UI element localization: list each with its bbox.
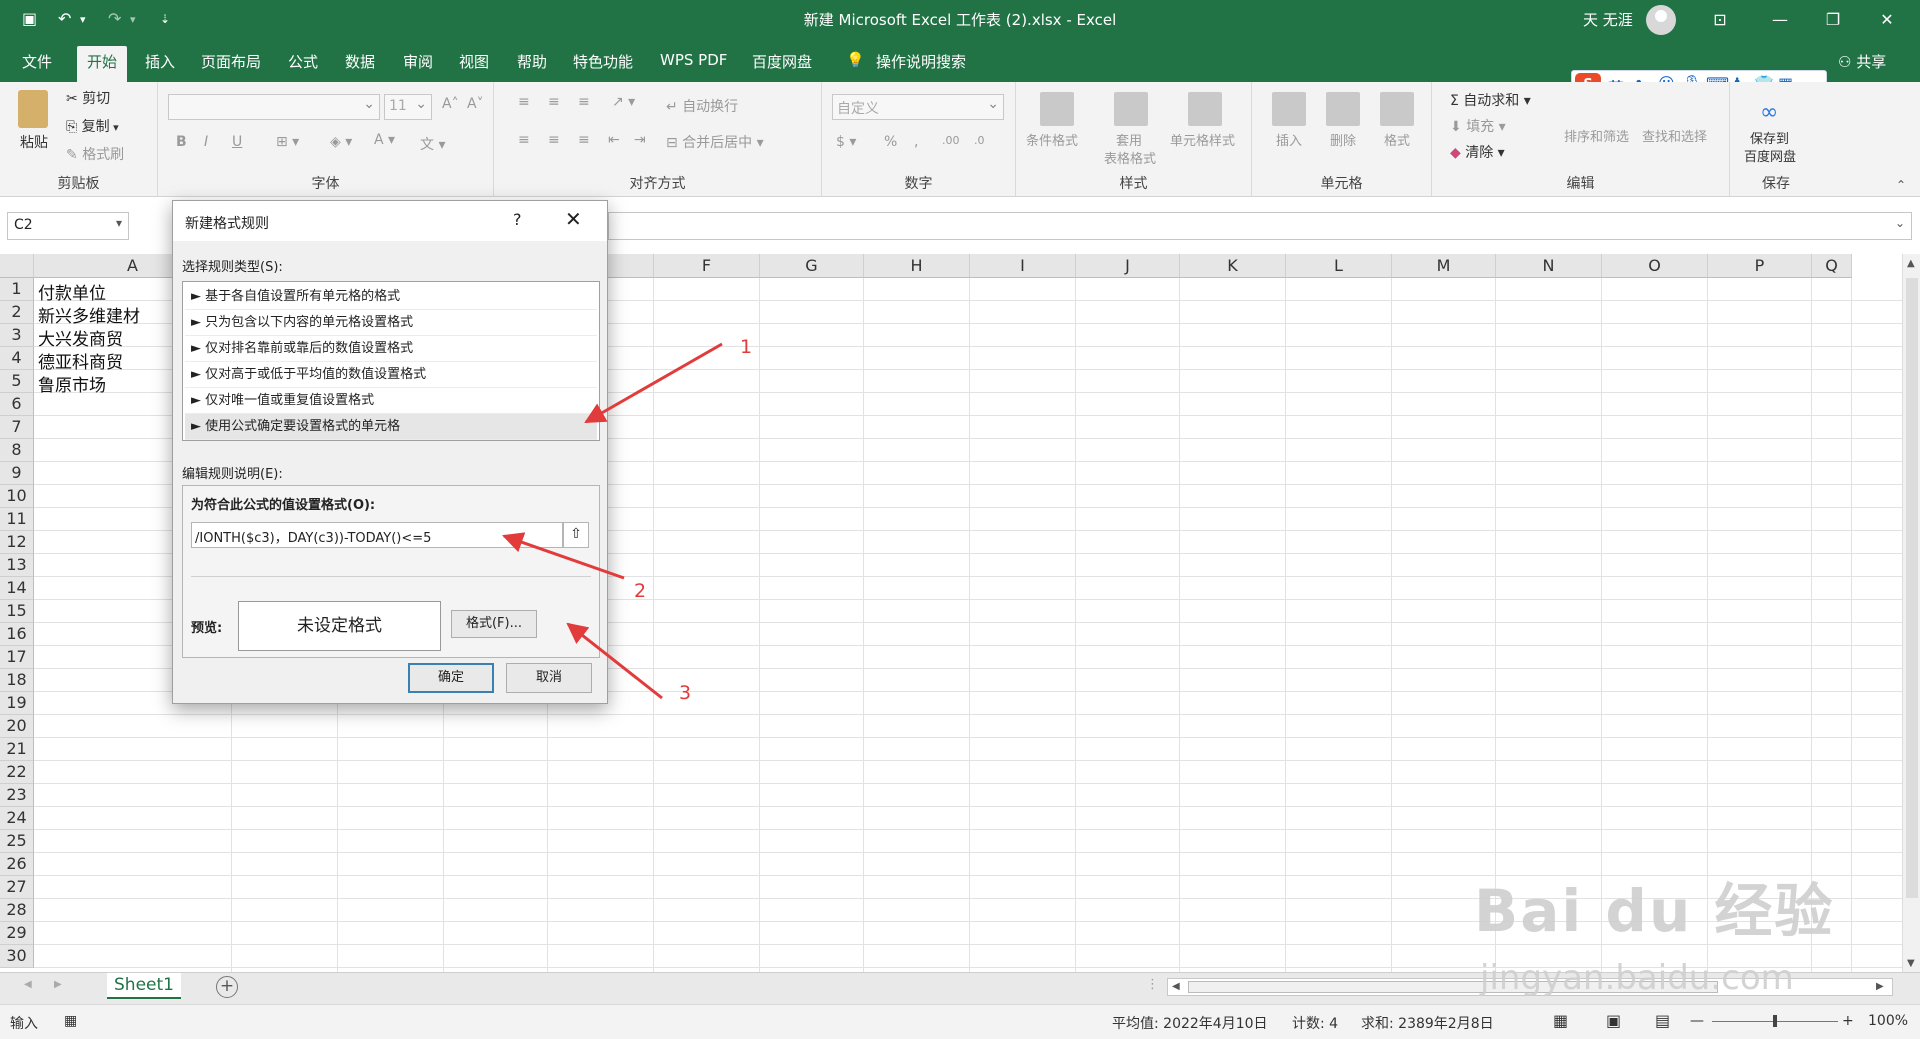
annotation-number-2: 2 <box>634 580 647 602</box>
arrow-1 <box>584 342 723 424</box>
annotation-number-3: 3 <box>679 682 692 704</box>
baidu-watermark-logo: Bai du 经验 <box>1474 877 1835 945</box>
excel-window: { "window": { "title": "新建 Microsoft Exc… <box>0 0 1920 1039</box>
baidu-watermark-url: jingyan.baidu.com <box>1480 958 1794 998</box>
arrow-2 <box>502 532 625 580</box>
annotation-number-1: 1 <box>740 336 753 358</box>
arrow-3 <box>566 622 663 700</box>
